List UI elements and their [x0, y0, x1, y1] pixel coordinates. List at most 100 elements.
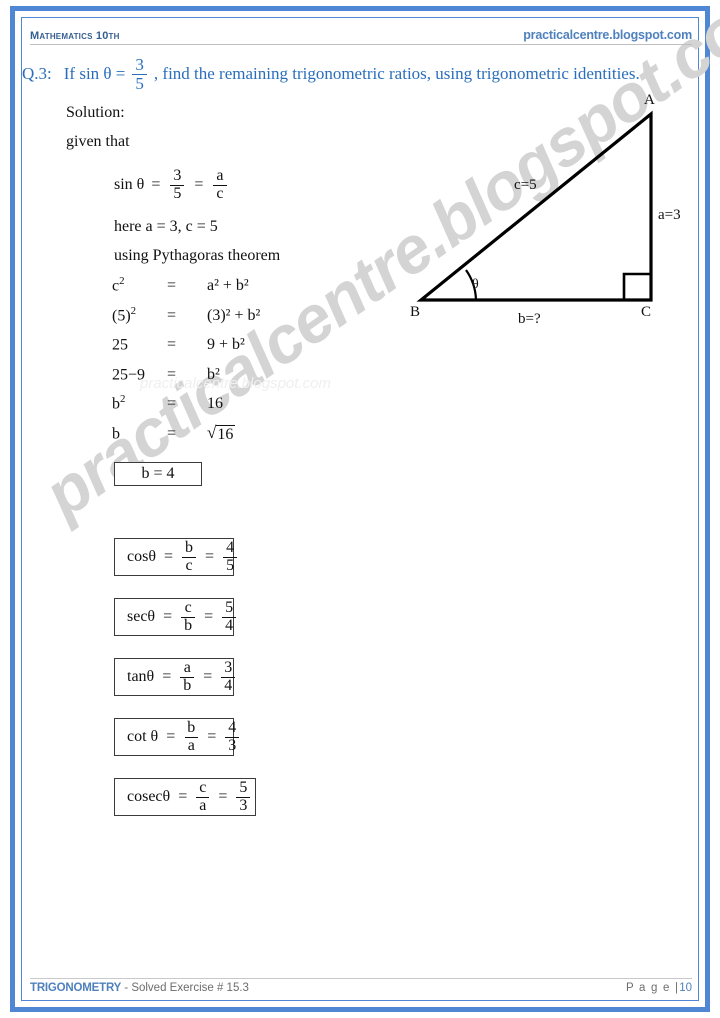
sin-frac2-numerator: a [216, 167, 224, 184]
ratio-function-label: cosθ [127, 548, 156, 565]
side-label-opposite: a=3 [658, 207, 681, 223]
sin-theta-lhs: sin θ [114, 176, 145, 194]
step-lhs: (5)2 [112, 304, 137, 324]
derivation-row: 25−9 = b² [112, 364, 260, 394]
ratio-box-cosec: cosecθ = c a = 5 3 [114, 778, 256, 816]
value-denominator: 3 [236, 796, 251, 815]
ratio-box-tan: tanθ = a b = 3 4 [114, 658, 236, 696]
footer-exercise-name: - Solved Exercise # 15.3 [121, 982, 249, 994]
result-box-b: b = 4 [114, 462, 202, 486]
ratio-function-label: tanθ [127, 668, 155, 685]
step-equals: = [167, 306, 177, 324]
step-lhs: 25−9 [112, 365, 146, 383]
step-rhs: 9 + b² [207, 336, 245, 354]
ratio-numerator: a [183, 658, 191, 676]
square-root-expression: √ 16 [207, 424, 236, 444]
step-equals: = [167, 365, 177, 383]
document-page: practicalcentre.blogspot.com practicalce… [0, 0, 720, 1018]
derivation-row: b = √ 16 [112, 423, 260, 453]
ratio-numerator: c [199, 778, 207, 796]
solution-heading: Solution: [66, 104, 125, 121]
derivation-row: b2 = 16 [112, 393, 260, 423]
derivation-row: (5)2 = (3)² + b² [112, 305, 260, 335]
vertex-label-a: A [644, 92, 655, 108]
footer-page-indicator: P a g e |10 [626, 982, 692, 994]
ratio-symbolic-fraction: c b [181, 599, 196, 635]
right-angle-marker-icon [622, 272, 651, 300]
radicand: 16 [216, 424, 236, 443]
value-denominator: 4 [222, 616, 237, 635]
sin-theta-equation: sin θ = 3 5 = a c [114, 167, 230, 203]
ratio-function-label: cot θ [127, 728, 159, 745]
sin-frac2-denominator: c [213, 184, 227, 203]
ratio-equals-1: = [178, 788, 188, 805]
ratio-function-label: cosecθ [127, 788, 171, 805]
vertex-label-c: C [641, 304, 652, 320]
value-numerator: 3 [224, 658, 233, 676]
question-text-before: If sin θ = [63, 64, 126, 84]
step-equals: = [167, 277, 177, 295]
value-denominator: 3 [225, 736, 240, 755]
header-subject-title: Mathematics 10th [30, 30, 120, 42]
step-equals: = [167, 336, 177, 354]
ratio-numerator: b [187, 718, 196, 736]
ratio-equals-1: = [166, 728, 176, 745]
step-equals: = [167, 395, 177, 413]
step-lhs: b2 [112, 393, 126, 413]
angle-label-theta: θ [472, 277, 479, 292]
derivation-row: 25 = 9 + b² [112, 334, 260, 364]
ratio-denominator: b [180, 676, 195, 695]
ratio-denominator: a [196, 796, 210, 815]
ratio-equals-1: = [163, 608, 173, 625]
question-line: Q.3: If sin θ = 3 5 , find the remaining… [22, 56, 692, 93]
header-site-url: practicalcentre.blogspot.com [523, 28, 692, 42]
value-numerator: 5 [239, 778, 248, 796]
step-rhs: 16 [207, 395, 223, 413]
ratio-symbolic-fraction: c a [196, 778, 210, 815]
value-denominator: 4 [221, 676, 236, 695]
question-number: Q.3: [22, 64, 52, 84]
right-triangle-diagram: A B C c=5 a=3 b=? θ [396, 92, 696, 342]
ratio-denominator: c [182, 556, 196, 575]
footer-chapter-info: TRIGONOMETRY - Solved Exercise # 15.3 [30, 982, 249, 994]
triangle-shape [416, 110, 653, 302]
ratio-denominator: b [181, 616, 196, 635]
side-label-hypotenuse: c=5 [514, 177, 537, 193]
ratio-value-fraction: 4 3 [225, 719, 240, 755]
ratio-symbolic-fraction: a b [180, 658, 195, 695]
ratio-symbolic-fraction: b c [182, 538, 196, 575]
ratio-box-cot: cot θ = b a = 4 3 [114, 718, 240, 756]
step-rhs: (3)² + b² [207, 306, 261, 324]
step-rhs: b² [207, 365, 220, 383]
page-footer: TRIGONOMETRY - Solved Exercise # 15.3 P … [30, 978, 692, 1004]
question-fraction-numerator: 3 [135, 55, 144, 74]
ratio-box-sec: secθ = c b = 5 4 [114, 598, 237, 636]
ratio-equals-2: = [205, 548, 215, 565]
value-numerator: 5 [225, 598, 234, 616]
vertex-label-b: B [410, 304, 421, 320]
sin-theta-fraction-symbolic: a c [213, 167, 227, 203]
footer-chapter-name: TRIGONOMETRY [30, 982, 122, 994]
derivation-steps: c2 = a² + b² (5)2 = (3)² + b² 25 = 9 + b… [112, 275, 260, 452]
ratio-value-fraction: 3 4 [221, 658, 236, 695]
step-rhs: a² + b² [207, 277, 249, 295]
ratio-symbolic-fraction: b a [184, 718, 198, 755]
given-values-line: here a = 3, c = 5 [114, 218, 218, 235]
ratio-equals-2: = [204, 608, 214, 625]
question-text-after: , find the remaining trigonometric ratio… [153, 64, 640, 84]
step-lhs: b [112, 424, 120, 442]
side-label-adjacent: b=? [518, 311, 541, 327]
ratio-numerator: b [185, 538, 194, 556]
sin-theta-equals-2: = [194, 176, 204, 194]
pythagoras-theorem-line: using Pythagoras theorem [114, 247, 281, 264]
ratio-value-fraction: 5 4 [222, 598, 237, 635]
footer-page-number: 10 [679, 982, 692, 994]
ratio-equals-2: = [203, 668, 213, 685]
ratio-box-cos: cosθ = b c = 4 5 [114, 538, 238, 576]
step-lhs: 25 [112, 336, 128, 354]
derivation-row: c2 = a² + b² [112, 275, 260, 305]
question-fraction-denominator: 5 [132, 73, 147, 93]
ratio-equals-2: = [218, 788, 228, 805]
question-fraction: 3 5 [132, 56, 147, 93]
sin-theta-fraction-numeric: 3 5 [170, 167, 185, 203]
